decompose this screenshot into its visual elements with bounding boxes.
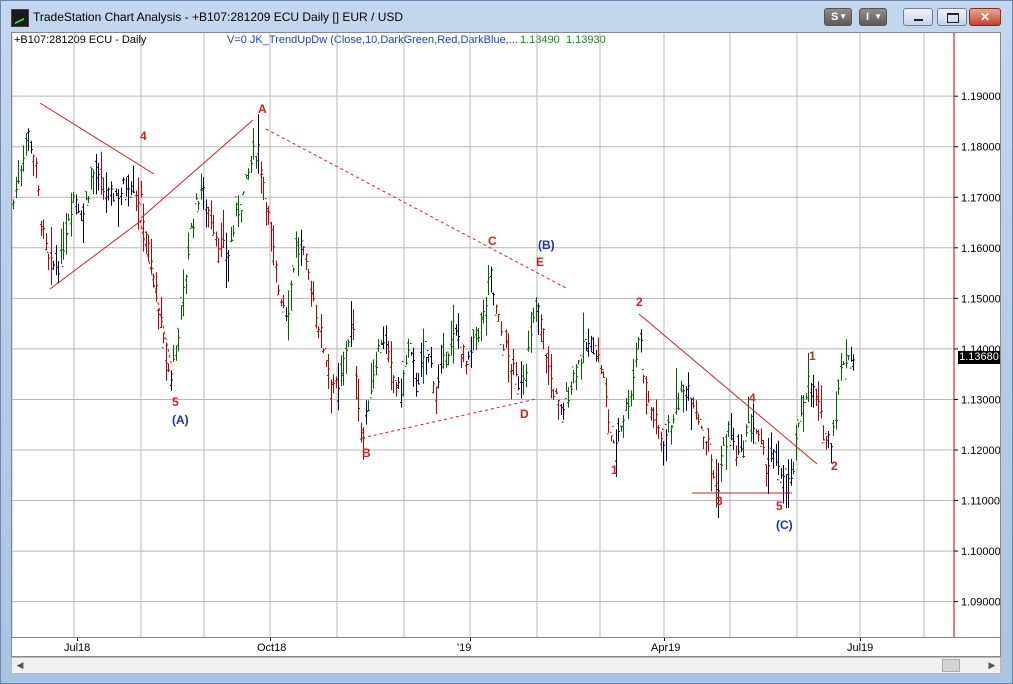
x-tick-label: Apr19 xyxy=(651,642,681,654)
close-button[interactable]: ✕ xyxy=(969,8,1001,26)
y-tick-label: 1.09000 xyxy=(961,597,1000,609)
x-tick-mark xyxy=(270,638,271,641)
y-tick-label: 1.13000 xyxy=(961,394,1000,406)
y-tick-label: 1.17000 xyxy=(961,192,1000,204)
y-tick-label: 1.10000 xyxy=(961,546,1000,558)
scroll-left-arrow-icon[interactable]: ◀ xyxy=(13,659,27,672)
minimize-button[interactable] xyxy=(903,8,933,26)
wave-label: 1 xyxy=(809,349,816,363)
s-dropdown-button[interactable]: S ▼ xyxy=(824,8,852,26)
y-tick-label: 1.16000 xyxy=(961,243,1000,255)
x-tick-label: Jul19 xyxy=(847,642,874,654)
window-title: TradeStation Chart Analysis - +B107:2812… xyxy=(33,10,404,24)
wave-label: 1 xyxy=(611,463,618,477)
wave-label: B xyxy=(362,446,371,460)
x-tick-mark xyxy=(860,638,861,641)
wave-label: 4 xyxy=(140,129,147,143)
x-tick-label: Jul18 xyxy=(64,642,91,654)
x-tick-mark xyxy=(664,638,665,641)
title-bar: TradeStation Chart Analysis - +B107:2812… xyxy=(1,1,1012,33)
wave-label: (B) xyxy=(538,238,555,252)
maximize-icon xyxy=(947,13,959,23)
x-tick-label: Oct18 xyxy=(257,642,287,654)
wave-label: 2 xyxy=(831,459,838,473)
wave-label: A xyxy=(258,102,267,116)
wave-label: E xyxy=(536,255,544,269)
app-window: TradeStation Chart Analysis - +B107:2812… xyxy=(0,0,1013,684)
horizontal-scrollbar[interactable]: ◀ ▶ xyxy=(11,657,1001,674)
y-tick-label: 1.12000 xyxy=(961,445,1000,457)
close-icon: ✕ xyxy=(979,10,991,24)
y-tick-label: 1.11000 xyxy=(961,496,1000,508)
i-dropdown-button[interactable]: I ▼ xyxy=(859,8,887,26)
wave-label: 4 xyxy=(749,391,756,405)
trend-line xyxy=(638,313,818,465)
scroll-right-arrow-icon[interactable]: ▶ xyxy=(985,659,999,672)
wave-label: 2 xyxy=(636,295,643,309)
y-tick-label: 1.19000 xyxy=(961,91,1000,103)
tradestation-app-icon xyxy=(11,9,29,27)
scrollbar-thumb[interactable] xyxy=(942,659,960,672)
wave-label: C xyxy=(488,234,497,248)
s-button-label: S xyxy=(831,11,839,23)
x-axis: Jul18 Oct18 '19 Apr19 Jul19 xyxy=(11,638,1001,657)
minimize-icon xyxy=(914,19,923,21)
wave-label: 5 xyxy=(776,499,783,513)
price-chart: 1.190001.180001.170001.160001.150001.140… xyxy=(12,33,1000,637)
x-tick-mark xyxy=(470,638,471,641)
chevron-down-icon: ▼ xyxy=(874,12,882,21)
y-tick-label: 1.15000 xyxy=(961,293,1000,305)
trend-line-dashed xyxy=(265,128,567,289)
wave-label: D xyxy=(520,407,529,421)
maximize-button[interactable] xyxy=(937,8,967,26)
wave-label: 3 xyxy=(716,494,723,508)
x-tick-mark xyxy=(77,638,78,641)
last-price-marker: 1.13680 xyxy=(958,351,1000,364)
wave-label: (A) xyxy=(172,413,189,427)
wave-label: (C) xyxy=(776,518,793,532)
i-button-label: I xyxy=(866,11,870,23)
wave-label: 5 xyxy=(172,395,179,409)
chart-plot-area[interactable]: +B107:281209 ECU - Daily V=0 JK_TrendUpD… xyxy=(11,32,1001,638)
x-tick-label: '19 xyxy=(457,642,472,654)
y-tick-label: 1.18000 xyxy=(961,142,1000,154)
trend-line-dashed xyxy=(361,398,537,439)
chevron-down-icon: ▼ xyxy=(839,12,847,21)
